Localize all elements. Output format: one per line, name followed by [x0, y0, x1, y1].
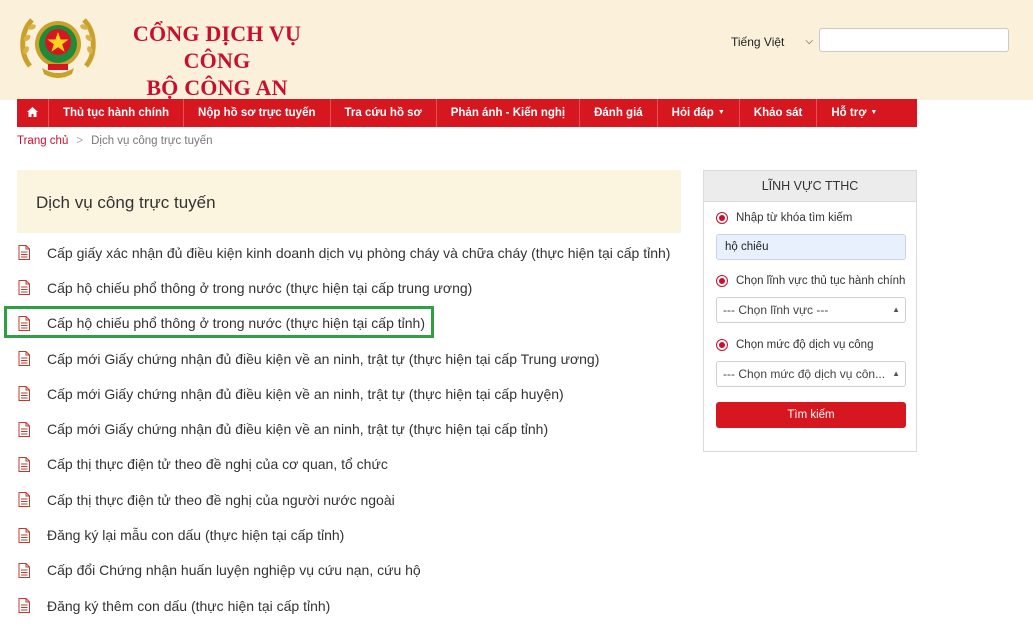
document-icon — [18, 456, 30, 472]
service-item[interactable]: Cấp đổi Chứng nhận huấn luyện nghiệp vụ … — [17, 553, 697, 588]
nav-item-hoi-dap[interactable]: Hỏi đáp ▼ — [658, 99, 740, 127]
keyword-search-input[interactable] — [716, 234, 906, 260]
search-button[interactable]: Tìm kiếm — [716, 402, 906, 428]
document-icon — [18, 492, 30, 508]
document-icon — [18, 421, 30, 437]
nav-home[interactable] — [17, 99, 49, 127]
select-arrows-icon: ▲ — [892, 369, 900, 378]
nav-item-nop-ho-so[interactable]: Nộp hồ sơ trực tuyến — [184, 99, 331, 127]
breadcrumb-current: Dịch vụ công trực tuyến — [91, 135, 213, 147]
service-link[interactable]: Cấp hộ chiếu phổ thông ở trong nước (thự… — [47, 280, 472, 296]
header-search-input[interactable] — [819, 28, 1009, 52]
radio-checked-icon[interactable] — [716, 212, 728, 224]
service-item[interactable]: Đăng ký lại mẫu con dấu (thực hiện tại c… — [17, 517, 697, 552]
language-selected-label: Tiếng Việt — [731, 35, 785, 49]
document-icon — [18, 245, 30, 261]
site-title-line1: CỔNG DỊCH VỤ CÔNG — [132, 21, 302, 73]
field-radio-row[interactable]: Chọn lĩnh vực thủ tục hành chính — [716, 275, 905, 287]
site-header: CỔNG DỊCH VỤ CÔNG BỘ CÔNG AN Tiếng Việt … — [0, 0, 1033, 100]
breadcrumb: Trang chủ > Dịch vụ công trực tuyến — [17, 135, 213, 147]
service-link[interactable]: Cấp đổi Chứng nhận huấn luyện nghiệp vụ … — [47, 562, 421, 578]
main-nav: Thủ tục hành chính Nộp hồ sơ trực tuyến … — [17, 99, 917, 127]
document-icon — [18, 280, 30, 296]
radio-checked-icon[interactable] — [716, 275, 728, 287]
nav-label: Thủ tục hành chính — [63, 107, 170, 119]
document-icon — [18, 351, 30, 367]
document-icon — [18, 598, 30, 614]
radio-checked-icon[interactable] — [716, 339, 728, 351]
nav-label: Hỏi đáp — [671, 107, 714, 120]
select-arrows-icon: ▲ — [892, 305, 900, 314]
nav-label: Hỗ trợ — [831, 107, 867, 120]
service-item[interactable]: Cấp mới Giấy chứng nhận đủ điều kiện về … — [17, 411, 697, 446]
service-link[interactable]: Cấp mới Giấy chứng nhận đủ điều kiện về … — [47, 351, 599, 367]
site-title-line2: BỘ CÔNG AN — [146, 75, 288, 100]
service-item[interactable]: Cấp thị thực điện tử theo đề nghị của cơ… — [17, 447, 697, 482]
police-emblem-logo[interactable] — [18, 10, 98, 82]
section-header: Dịch vụ công trực tuyến — [17, 170, 681, 233]
breadcrumb-home-link[interactable]: Trang chủ — [17, 135, 68, 147]
nav-item-khao-sat[interactable]: Khảo sát — [740, 99, 818, 127]
nav-item-thu-tuc[interactable]: Thủ tục hành chính — [49, 99, 185, 127]
service-link[interactable]: Cấp mới Giấy chứng nhận đủ điều kiện về … — [47, 386, 564, 402]
nav-label: Tra cứu hồ sơ — [344, 107, 422, 119]
service-item[interactable]: Cấp hộ chiếu phổ thông ở trong nước (thự… — [17, 270, 697, 305]
nav-item-tra-cuu[interactable]: Tra cứu hồ sơ — [331, 99, 437, 127]
nav-label: Nộp hồ sơ trực tuyến — [198, 107, 316, 119]
service-item[interactable]: Đăng ký thêm con dấu (thực hiện tại cấp … — [17, 588, 697, 623]
nav-label: Khảo sát — [753, 107, 803, 119]
level-radio-row[interactable]: Chọn mức độ dịch vụ công — [716, 339, 873, 351]
home-icon — [27, 107, 38, 117]
page-title: Dịch vụ công trực tuyến — [36, 193, 216, 212]
service-link[interactable]: Cấp thị thực điện tử theo đề nghị của ng… — [47, 492, 395, 508]
language-select[interactable]: Tiếng Việt ⌵ — [731, 33, 815, 51]
chevron-down-icon: ⌵ — [805, 36, 813, 47]
service-link[interactable]: Cấp mới Giấy chứng nhận đủ điều kiện về … — [47, 421, 548, 437]
document-icon — [18, 527, 30, 543]
field-select-value: --- Chọn lĩnh vực --- — [723, 303, 829, 317]
document-icon — [18, 562, 30, 578]
service-item[interactable]: Cấp giấy xác nhận đủ điều kiện kinh doan… — [17, 235, 697, 270]
sidebar-title: LĨNH VỰC TTHC — [704, 171, 916, 202]
caret-down-icon: ▼ — [870, 109, 878, 116]
breadcrumb-separator: > — [76, 135, 84, 147]
field-label: Chọn lĩnh vực thủ tục hành chính — [736, 275, 906, 287]
field-select[interactable]: --- Chọn lĩnh vực --- ▲ — [716, 297, 906, 323]
service-item[interactable]: Cấp mới Giấy chứng nhận đủ điều kiện về … — [17, 376, 697, 411]
keyword-label: Nhập từ khóa tìm kiếm — [736, 212, 853, 224]
nav-label: Đánh giá — [594, 107, 643, 119]
service-link[interactable]: Cấp giấy xác nhận đủ điều kiện kinh doan… — [47, 245, 670, 261]
sidebar-filter-panel: LĨNH VỰC TTHC Nhập từ khóa tìm kiếm Chọn… — [703, 170, 917, 452]
service-link[interactable]: Cấp thị thực điện tử theo đề nghị của cơ… — [47, 456, 388, 472]
nav-label: Phản ánh - Kiến nghị — [450, 107, 566, 119]
service-list: Cấp giấy xác nhận đủ điều kiện kinh doan… — [17, 235, 697, 623]
level-select-value: --- Chọn mức độ dịch vụ côn... — [723, 367, 886, 381]
nav-item-phan-anh[interactable]: Phản ánh - Kiến nghị — [437, 99, 581, 127]
nav-item-ho-tro[interactable]: Hỗ trợ ▼ — [817, 99, 891, 127]
level-label: Chọn mức độ dịch vụ công — [736, 339, 874, 351]
nav-item-danh-gia[interactable]: Đánh giá — [580, 99, 658, 127]
service-item[interactable]: Cấp thị thực điện tử theo đề nghị của ng… — [17, 482, 697, 517]
keyword-radio-row[interactable]: Nhập từ khóa tìm kiếm — [716, 212, 852, 224]
caret-down-icon: ▼ — [717, 109, 725, 116]
document-icon — [18, 386, 30, 402]
service-item[interactable]: Cấp mới Giấy chứng nhận đủ điều kiện về … — [17, 341, 697, 376]
service-link[interactable]: Đăng ký thêm con dấu (thực hiện tại cấp … — [47, 598, 330, 614]
level-select[interactable]: --- Chọn mức độ dịch vụ côn... ▲ — [716, 361, 906, 387]
site-title: CỔNG DỊCH VỤ CÔNG BỘ CÔNG AN — [112, 20, 322, 101]
selected-service-highlight — [4, 306, 434, 338]
service-link[interactable]: Đăng ký lại mẫu con dấu (thực hiện tại c… — [47, 527, 344, 543]
